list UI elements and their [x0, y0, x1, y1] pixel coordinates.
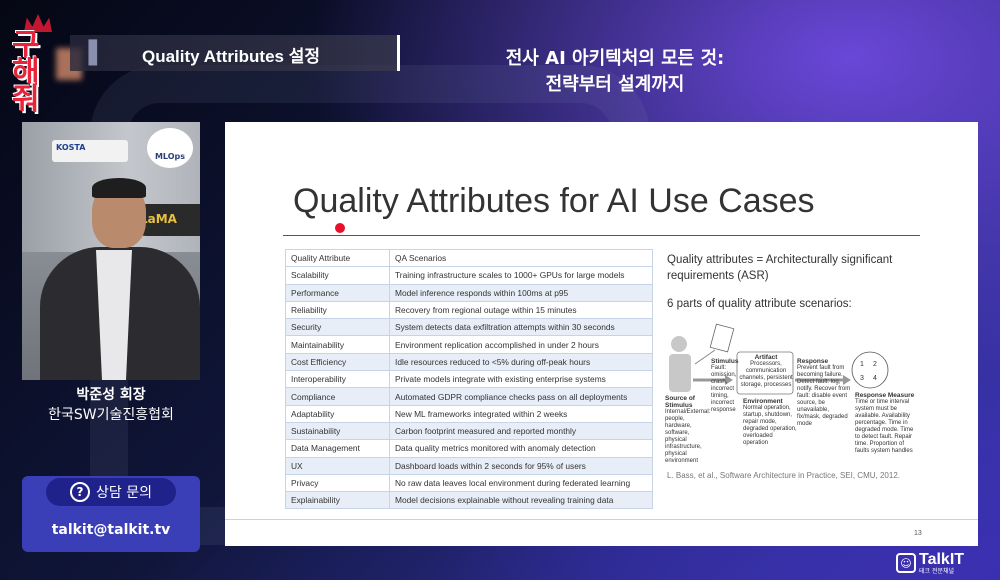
quality-attribute-cell: Data Management — [285, 439, 390, 458]
contact-button[interactable]: ? 상담 문의 — [46, 478, 176, 506]
citation: L. Bass, et al., Software Architecture i… — [667, 471, 900, 480]
quality-attribute-cell: Cost Efficiency — [285, 352, 390, 372]
channel-text: TalkIT 테크 전문채널 — [919, 550, 965, 575]
headline-line-2: 전략부터 설계까지 — [545, 74, 685, 95]
table-row: Data Management Data quality metrics moni… — [285, 439, 653, 458]
quality-attribute-cell: Explainability — [285, 491, 390, 510]
qa-scenario-cell: Data quality metrics monitored with anom… — [389, 439, 653, 458]
quality-attribute-cell: Sustainability — [285, 421, 390, 441]
topic-banner: ▐ Quality Attributes 설정 — [70, 35, 400, 71]
table-row: Interoperability Private models integrate… — [285, 370, 653, 389]
speaker-video: KOSTA MLOps LaMA — [22, 122, 200, 380]
contact-email[interactable]: talkit@talkit.tv — [22, 522, 200, 538]
qa-scenario-cell: No raw data leaves local environment dur… — [389, 473, 653, 493]
quality-attribute-cell: Reliability — [285, 300, 390, 320]
dial-number-3: 3 — [860, 375, 864, 382]
quality-attribute-cell: Interoperability — [285, 370, 390, 389]
channel-name: TalkIT — [919, 550, 965, 568]
speaker-organization: 한국SW기술진흥협회 — [48, 407, 174, 423]
quality-scenario-diagram: 1 2 3 4 Source of Stimulus Internal/Exte… — [665, 322, 915, 464]
environment-label: Environment Normal operation, startup, s… — [743, 398, 797, 446]
qa-scenario-cell: Model decisions explainable without reve… — [389, 491, 653, 510]
headline-line-1: 전사 AI 아키텍처의 모든 것: — [505, 48, 725, 69]
speaker-name: 박준성 회장 — [76, 387, 146, 403]
channel-subtitle: 테크 전문채널 — [919, 567, 955, 575]
qa-scenario-cell: Dashboard loads within 2 seconds for 95%… — [389, 456, 653, 475]
presentation-slide: Quality Attributes for AI Use Cases Qual… — [225, 122, 978, 546]
banner-decoration-icon: ▐ — [80, 41, 97, 66]
person-body-shape — [669, 354, 691, 392]
qa-scenario-cell: Automated GDPR compliance checks pass on… — [389, 387, 653, 406]
qa-scenario-cell: New ML frameworks integrated within 2 we… — [389, 404, 653, 423]
artifact-label: Artifact Processors, communication chann… — [739, 354, 793, 388]
channel-logo: ☺ TalkIT 테크 전문채널 — [896, 548, 964, 578]
table-row: Adaptability New ML frameworks integrated… — [285, 404, 653, 423]
qa-scenario-cell: Model inference responds within 100ms at… — [389, 283, 653, 302]
laser-pointer-dot — [335, 223, 345, 233]
stimulus-label: Stimulus Fault: omission, crash, incorre… — [711, 358, 739, 413]
quality-attribute-cell: Compliance — [285, 387, 390, 406]
episode-headline: 전사 AI 아키텍처의 모든 것: 전략부터 설계까지 — [430, 46, 800, 98]
table-row: Security System detects data exfiltration… — [285, 318, 653, 337]
person-head-shape — [671, 336, 687, 352]
table-row: UX Dashboard loads within 2 seconds for 9… — [285, 456, 653, 475]
quality-attribute-cell: Adaptability — [285, 404, 390, 423]
show-logo: 구해줘 — [10, 14, 82, 117]
scenario-parts-heading: 6 parts of quality attribute scenarios: — [667, 298, 852, 310]
talkit-logo-icon: ☺ — [896, 553, 916, 573]
table-row: Cost Efficiency Idle resources reduced to… — [285, 352, 653, 372]
table-header-row: Quality Attribute QA Scenarios — [285, 248, 653, 268]
table-row: Compliance Automated GDPR compliance chec… — [285, 387, 653, 406]
quality-attribute-cell: UX — [285, 456, 390, 475]
table-row: Performance Model inference responds with… — [285, 283, 653, 302]
qa-scenario-cell: Recovery from regional outage within 15 … — [389, 300, 653, 320]
qa-scenario-cell: Environment replication accomplished in … — [389, 335, 653, 354]
dial-number-1: 1 — [860, 361, 864, 368]
title-divider — [283, 235, 920, 236]
table-row: Privacy No raw data leaves local environm… — [285, 473, 653, 493]
topic-title: Quality Attributes 설정 — [142, 47, 320, 66]
show-logo-text: 구해줘 — [12, 28, 40, 117]
document-shape — [709, 323, 735, 353]
quality-attribute-table: Quality Attribute QA Scenarios Scalabili… — [285, 248, 653, 510]
slide-footer-line — [225, 519, 978, 520]
table-header: QA Scenarios — [389, 248, 653, 268]
quality-attribute-cell: Security — [285, 318, 390, 337]
table-header: Quality Attribute — [285, 248, 390, 268]
quality-attribute-cell: Privacy — [285, 473, 390, 493]
qa-scenario-cell: Carbon footprint measured and reported m… — [389, 421, 653, 441]
table-row: Explainability Model decisions explainabl… — [285, 491, 653, 510]
qa-scenario-cell: Training infrastructure scales to 1000+ … — [389, 266, 653, 285]
table-row: Reliability Recovery from regional outage… — [285, 300, 653, 320]
question-icon: ? — [70, 482, 90, 502]
dial-number-4: 4 — [873, 375, 877, 382]
slide-page-number: 13 — [914, 530, 922, 537]
slide-title: Quality Attributes for AI Use Cases — [293, 182, 815, 220]
quality-attribute-cell: Maintainability — [285, 335, 390, 354]
contact-panel: ? 상담 문의 talkit@talkit.tv — [22, 476, 200, 552]
quality-attribute-cell: Performance — [285, 283, 390, 302]
table-row: Sustainability Carbon footprint measured … — [285, 421, 653, 441]
dial-number-2: 2 — [873, 361, 877, 368]
response-label: Response Prevent fault from becoming fai… — [797, 358, 851, 427]
mlops-logo: MLOps — [147, 128, 193, 168]
speaker-hair — [92, 178, 146, 198]
qa-scenario-cell: System detects data exfiltration attempt… — [389, 318, 653, 337]
qa-scenario-cell: Idle resources reduced to <5% during off… — [389, 352, 653, 372]
qa-scenario-cell: Private models integrate with existing e… — [389, 370, 653, 389]
source-label: Source of Stimulus Internal/External: pe… — [665, 395, 711, 464]
contact-label: 상담 문의 — [96, 485, 152, 501]
table-row: Scalability Training infrastructure scale… — [285, 266, 653, 285]
kosta-logo: KOSTA — [52, 140, 128, 162]
table-row: Maintainability Environment replication a… — [285, 335, 653, 354]
quality-attribute-cell: Scalability — [285, 266, 390, 285]
asr-definition: Quality attributes = Architecturally sig… — [667, 254, 893, 282]
measure-label: Response Measure Time or time interval s… — [855, 392, 915, 454]
measure-dial — [851, 351, 889, 389]
